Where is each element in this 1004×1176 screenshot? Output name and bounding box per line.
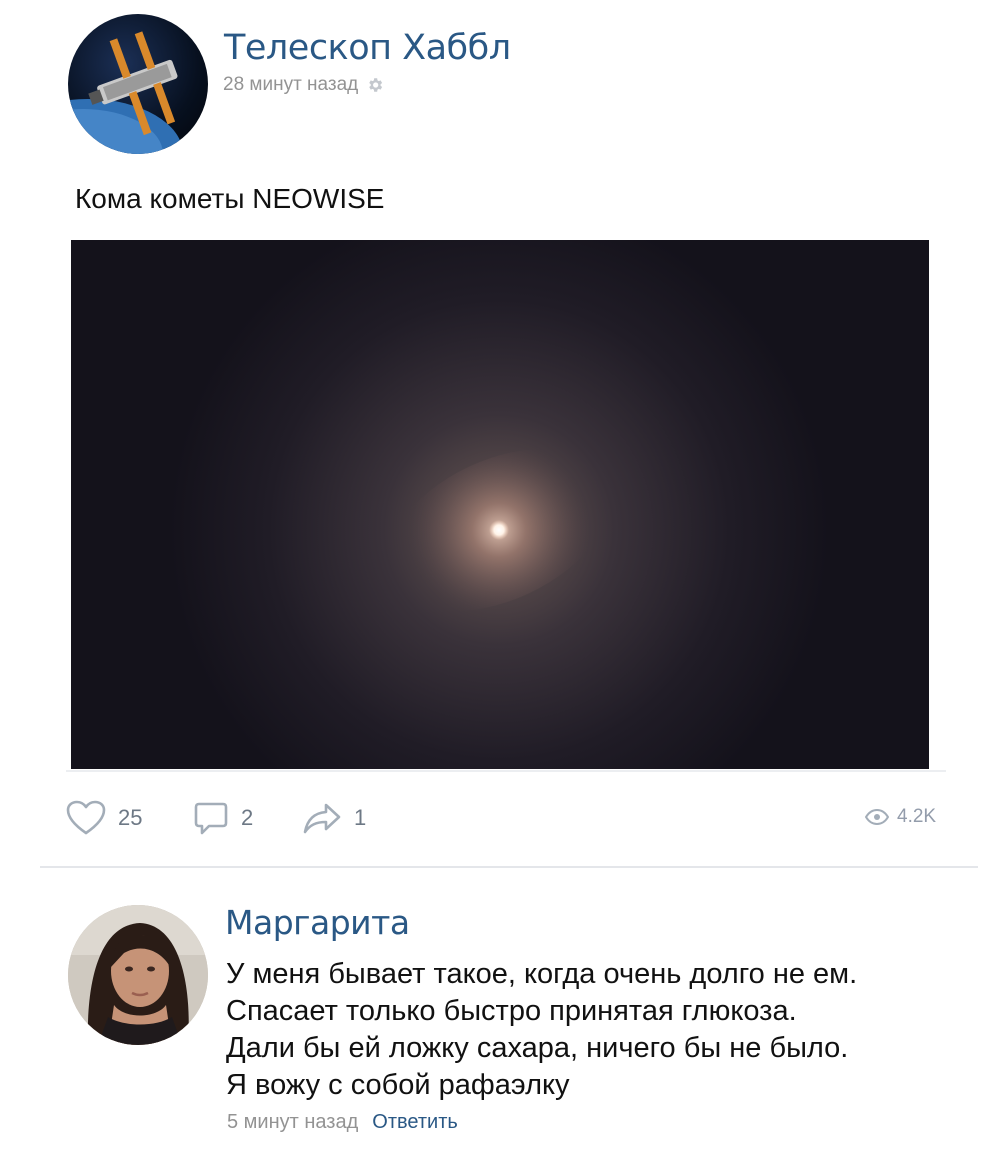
- comment-author-avatar[interactable]: [68, 905, 208, 1045]
- comet-neowise-photo-icon: [71, 240, 929, 769]
- comment-line: У меня бывает такое, когда очень долго н…: [226, 958, 858, 990]
- share-button[interactable]: 1: [302, 798, 366, 838]
- comments-count: 2: [241, 805, 254, 830]
- views-counter: 4.2K: [865, 803, 936, 831]
- comment-author-name[interactable]: Маргарита: [225, 903, 410, 942]
- image-divider: [66, 770, 946, 772]
- shares-count: 1: [354, 805, 367, 830]
- post-author-name[interactable]: Телескоп Хаббл: [224, 28, 511, 68]
- share-icon: [303, 803, 341, 834]
- post-meta: 28 минут назад: [223, 74, 384, 96]
- post-time[interactable]: 28 минут назад: [223, 74, 358, 96]
- heart-icon: [66, 800, 106, 835]
- comment-time[interactable]: 5 минут назад: [227, 1111, 358, 1134]
- post-text: Кома кометы NEOWISE: [75, 183, 385, 214]
- comment-button[interactable]: 2: [193, 798, 253, 838]
- post-image[interactable]: [71, 240, 929, 769]
- comment-line: Спасает только быстро принятая глюкоза.: [226, 995, 797, 1027]
- eye-icon: [865, 809, 889, 825]
- like-button[interactable]: 25: [66, 798, 142, 838]
- comment-icon: [194, 802, 228, 835]
- user-avatar-photo-icon: [68, 905, 208, 1045]
- section-divider: [40, 866, 978, 868]
- hubble-telescope-avatar-icon: [68, 31, 183, 154]
- post-author-avatar[interactable]: [68, 14, 208, 154]
- gear-icon[interactable]: [366, 76, 384, 94]
- comment-footer: 5 минут назад Ответить: [227, 1111, 458, 1134]
- likes-count: 25: [118, 805, 143, 830]
- comment-line: Я вожу с собой рафаэлку: [226, 1069, 570, 1101]
- views-count: 4.2K: [897, 806, 937, 827]
- comment-text: У меня бывает такое, когда очень долго н…: [226, 956, 857, 1104]
- reply-link[interactable]: Ответить: [372, 1111, 458, 1134]
- comment-line: Дали бы ей ложку сахара, ничего бы не бы…: [226, 1032, 849, 1064]
